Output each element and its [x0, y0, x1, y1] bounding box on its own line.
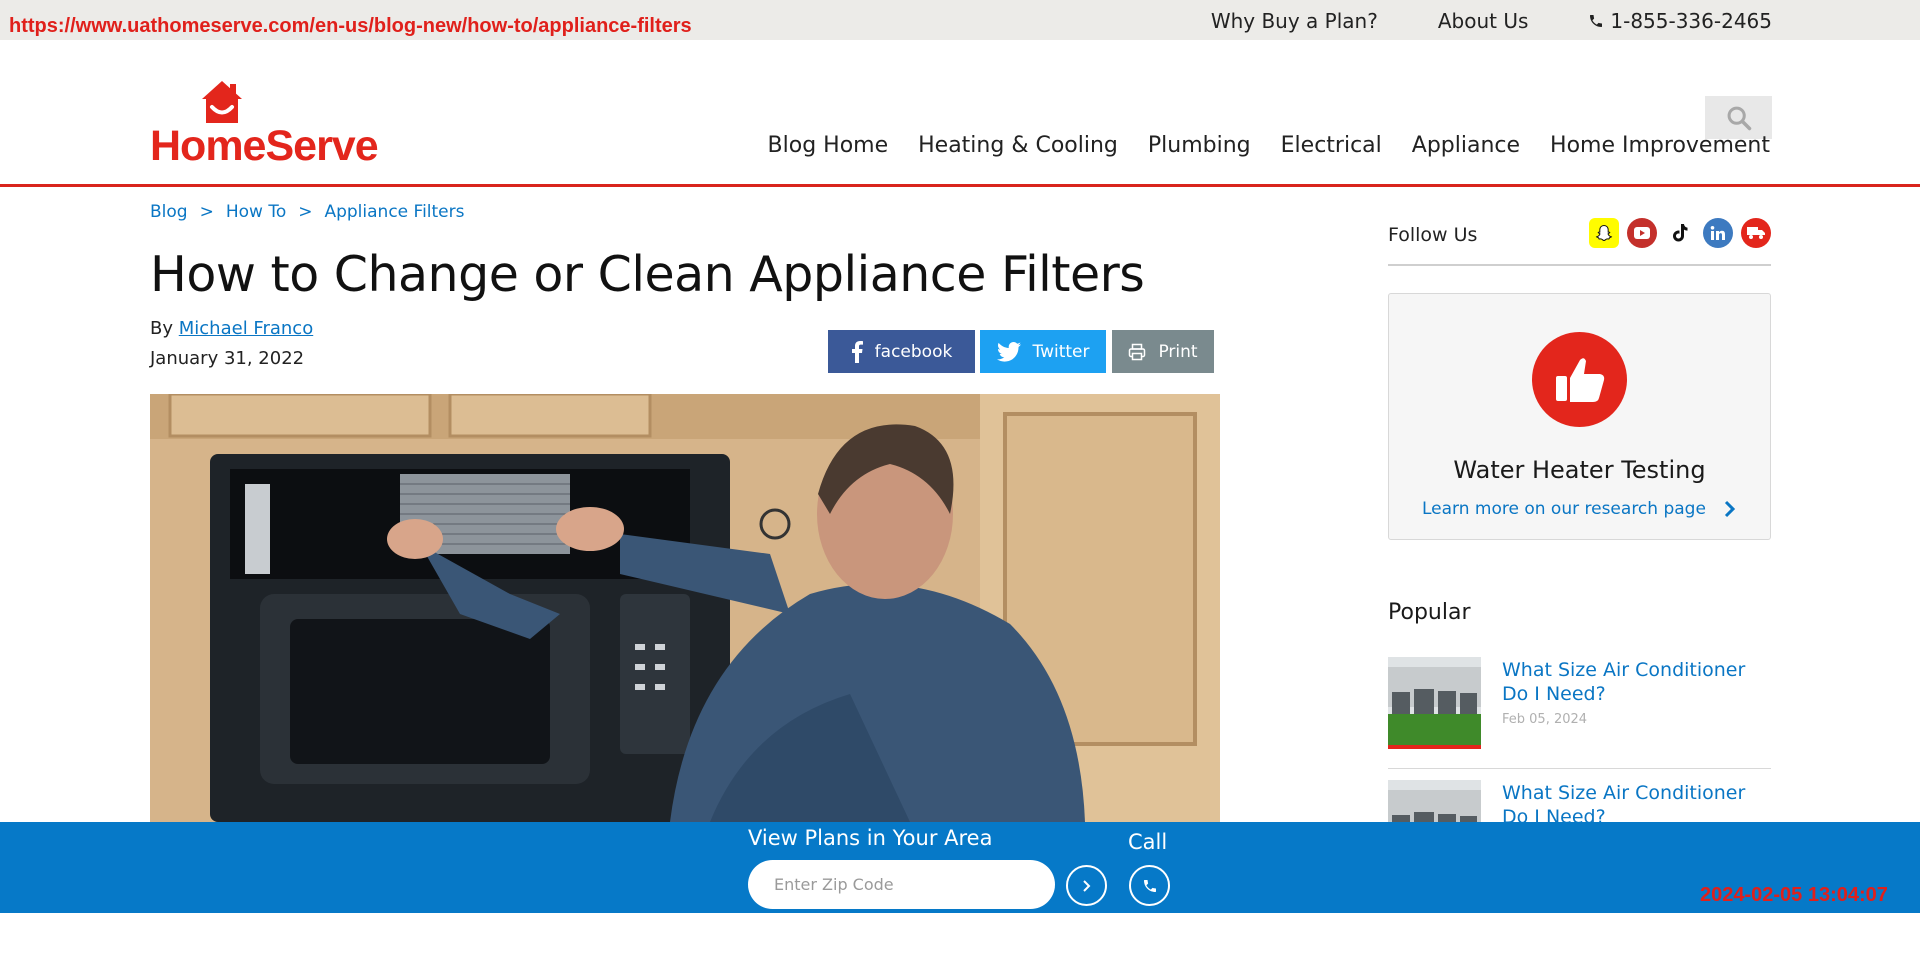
social-links [1589, 218, 1771, 248]
publish-date: January 31, 2022 [150, 348, 305, 369]
byline-prefix: By [150, 318, 174, 339]
twitter-share-button[interactable]: Twitter [980, 330, 1106, 373]
popular-item-date: Feb 05, 2024 [1502, 712, 1588, 727]
promo-link[interactable]: Learn more on our research page [1422, 499, 1736, 519]
breadcrumb-separator: > [298, 202, 313, 222]
view-plans-bar: View Plans in Your Area Call [0, 822, 1920, 913]
twitter-icon [996, 341, 1021, 362]
phone-number: 1-855-336-2465 [1610, 9, 1772, 33]
nav-blog-home[interactable]: Blog Home [768, 133, 889, 158]
printer-icon [1129, 343, 1146, 360]
chevron-right-icon [1082, 879, 1090, 892]
nav-plumbing[interactable]: Plumbing [1148, 133, 1251, 158]
facebook-icon [851, 340, 863, 363]
phone-icon [1143, 879, 1156, 892]
popular-item-thumbnail [1388, 657, 1481, 749]
popular-item[interactable]: What Size Air Conditioner Do I Need? Feb… [1388, 657, 1771, 769]
util-link-why-buy[interactable]: Why Buy a Plan? [1211, 9, 1378, 33]
article-title: How to Change or Clean Appliance Filters [150, 246, 1145, 303]
article-hero-image [150, 394, 1220, 822]
popular-item-title[interactable]: What Size Air Conditioner Do I Need? [1502, 658, 1771, 706]
youtube-icon[interactable] [1627, 218, 1657, 248]
main-nav: Blog Home Heating & Cooling Plumbing Ele… [768, 133, 1770, 158]
zip-submit-button[interactable] [1066, 865, 1107, 906]
call-label: Call [1128, 830, 1168, 854]
tiktok-icon[interactable] [1665, 218, 1695, 248]
homeserve-logo[interactable]: HomeServe [150, 80, 379, 197]
breadcrumb-appliance-filters[interactable]: Appliance Filters [324, 202, 464, 222]
thumbs-up-icon [1532, 332, 1627, 427]
author-link[interactable]: Michael Franco [179, 318, 313, 339]
util-link-about-us[interactable]: About Us [1438, 9, 1529, 33]
url-overlay: https://www.uathomeserve.com/en-us/blog-… [9, 15, 692, 37]
twitter-label: Twitter [1032, 341, 1090, 362]
follow-us-section: Follow Us [1388, 218, 1771, 266]
promo-link-label: Learn more on our research page [1422, 499, 1706, 519]
utility-nav: Why Buy a Plan? About Us 1-855-336-2465 [1211, 9, 1772, 33]
promo-card[interactable]: Water Heater Testing Learn more on our r… [1388, 293, 1771, 540]
breadcrumb: Blog > How To > Appliance Filters [150, 202, 465, 222]
zip-code-input[interactable] [748, 860, 1055, 909]
breadcrumb-blog[interactable]: Blog [150, 202, 188, 222]
truck-icon[interactable] [1741, 218, 1771, 248]
chevron-right-icon [1724, 500, 1736, 518]
popular-heading: Popular [1388, 600, 1471, 625]
facebook-label: facebook [874, 341, 953, 362]
nav-home-improvement[interactable]: Home Improvement [1550, 133, 1770, 158]
logo-wordmark: HomeServe [150, 122, 379, 170]
promo-title: Water Heater Testing [1453, 456, 1706, 484]
call-button[interactable] [1129, 865, 1170, 906]
nav-appliance[interactable]: Appliance [1412, 133, 1520, 158]
facebook-share-button[interactable]: facebook [828, 330, 975, 373]
breadcrumb-separator: > [199, 202, 214, 222]
nav-electrical[interactable]: Electrical [1281, 133, 1382, 158]
byline: By Michael Franco [150, 318, 313, 339]
timestamp-overlay: 2024-02-05 13:04:07 [1700, 884, 1888, 906]
nav-heating-cooling[interactable]: Heating & Cooling [918, 133, 1118, 158]
search-icon [1727, 106, 1751, 130]
phone-link[interactable]: 1-855-336-2465 [1588, 9, 1772, 33]
linkedin-icon[interactable] [1703, 218, 1733, 248]
house-logo-icon [202, 81, 242, 123]
snapchat-icon[interactable] [1589, 218, 1619, 248]
print-label: Print [1158, 341, 1198, 362]
breadcrumb-how-to[interactable]: How To [226, 202, 286, 222]
site-header: HomeServe Blog Home Heating & Cooling Pl… [0, 40, 1920, 187]
print-button[interactable]: Print [1112, 330, 1214, 373]
phone-icon [1590, 15, 1603, 27]
view-plans-label: View Plans in Your Area [748, 826, 993, 850]
follow-us-label: Follow Us [1388, 224, 1478, 246]
